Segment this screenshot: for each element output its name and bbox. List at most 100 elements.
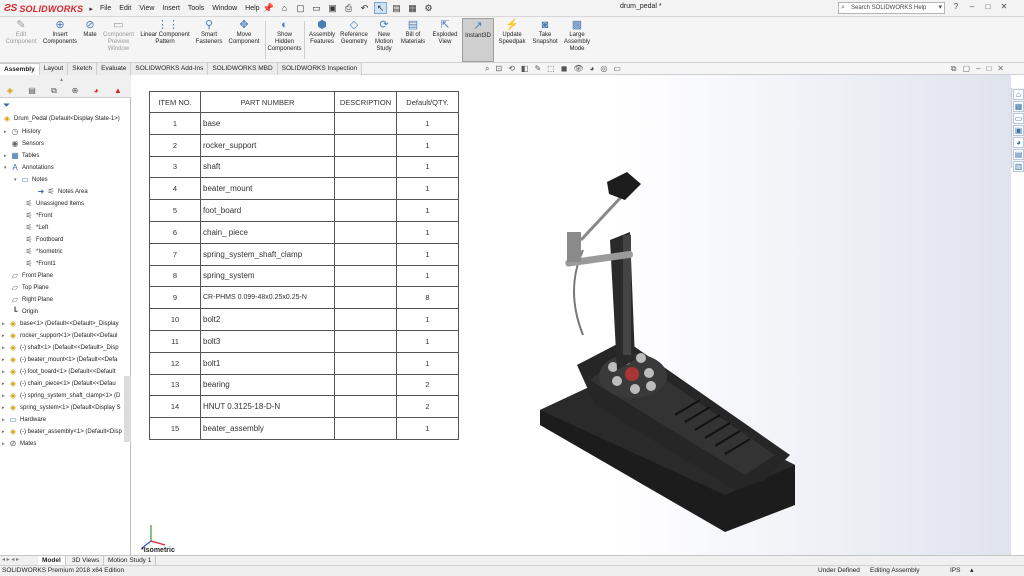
tab-mbd[interactable]: SOLIDWORKS MBD	[208, 63, 278, 75]
bom-table[interactable]: ITEM NO. PART NUMBER DESCRIPTION Default…	[149, 91, 459, 440]
doc-minimize-icon[interactable]: –	[976, 63, 980, 74]
assembly-features-button[interactable]: ⬢ Assembly Features	[306, 18, 338, 46]
table-row[interactable]: 9 CR-PHMS 0.099-48x0.25x0.25-N 8	[149, 286, 459, 310]
table-row[interactable]: 10 bolt2 1	[149, 308, 459, 331]
options-gear-icon[interactable]: ⚙	[422, 2, 435, 14]
forum-icon[interactable]: ▥	[1013, 161, 1024, 172]
tree-item-origin[interactable]: ┗ Origin	[10, 306, 38, 317]
tree-item-foot-board[interactable]: ▸ ◈ (-) foot_board<1> (Default<<Default	[2, 366, 115, 377]
file-properties-icon[interactable]: ▦	[406, 2, 419, 14]
display-style-icon[interactable]: ◼	[561, 63, 568, 74]
tree-item-spring-system[interactable]: ▸ ◈ spring_system<1> (Default<Display S	[2, 402, 121, 413]
bill-of-materials-button[interactable]: ▤ Bill of Materials	[399, 18, 427, 46]
table-row[interactable]: 13 bearing 2	[149, 373, 459, 397]
instant3d-button[interactable]: ↗ Instant3D	[462, 18, 494, 62]
new-motion-study-button[interactable]: ⟳ New Motion Study	[371, 18, 397, 53]
tree-item-beater-assembly[interactable]: ▸ ◈ (-) beater_assembly<1> (Default<Disp	[2, 426, 122, 437]
tree-item-notes-area[interactable]: ➜ ⚟ Notes Area	[36, 186, 88, 197]
help-search-input[interactable]: ⌕ Search SOLIDWORKS Help ▾	[838, 2, 945, 14]
help-question-icon[interactable]: ?	[950, 2, 962, 11]
large-assembly-mode-button[interactable]: ▩ Large Assembly Mode	[562, 18, 592, 53]
update-speedpak-button[interactable]: ⚡ Update Speedpak	[497, 18, 527, 46]
smart-fasteners-button[interactable]: ⚲ Smart Fasteners	[194, 18, 224, 46]
tab-motion-study[interactable]: Motion Study 1	[104, 556, 157, 565]
table-row[interactable]: 12 bolt1 1	[149, 351, 459, 375]
hide-show-icon[interactable]: 👁	[573, 63, 583, 74]
tree-item-isometric-view[interactable]: ⚟ *Isometric	[24, 246, 62, 257]
move-component-button[interactable]: ✥ Move Component	[227, 18, 261, 46]
menu-view[interactable]: View	[135, 3, 158, 14]
units-dropdown-icon[interactable]: ▴	[970, 566, 974, 576]
menu-help[interactable]: Help	[241, 3, 263, 14]
tab-scroll-arrows-icon[interactable]: ◂ ▸ ◂ ▸	[2, 556, 19, 565]
save-icon[interactable]: ▣	[326, 2, 339, 14]
section-view-icon[interactable]: ◧	[521, 63, 529, 74]
tree-item-front-view[interactable]: ⚟ *Front	[24, 210, 52, 221]
tab-sketch[interactable]: Sketch	[68, 63, 98, 75]
reference-geometry-button[interactable]: ◇ Reference Geometry	[339, 18, 369, 46]
table-row[interactable]: 1 base 1	[149, 112, 459, 135]
model-beater-head[interactable]	[607, 172, 641, 200]
tree-item-shaft[interactable]: ▸ ◈ (-) shaft<1> (Default<<Default>_Disp	[2, 342, 119, 353]
tree-root[interactable]: ◈ Drum_Pedal (Default<Display State-1>)	[2, 113, 120, 124]
mate-button[interactable]: ⊘ Mate	[81, 18, 99, 39]
filter-funnel-icon[interactable]: ⏷	[3, 100, 10, 111]
view-orientation-icon[interactable]: ⬚	[547, 63, 555, 74]
table-row[interactable]: 11 bolt3 1	[149, 329, 459, 353]
custom-properties-icon[interactable]: ▤	[1013, 149, 1024, 160]
drum-pedal-model[interactable]	[495, 160, 805, 540]
doc-maximize-icon[interactable]: □	[986, 63, 991, 74]
linear-component-pattern-button[interactable]: ⋮⋮ Linear Component Pattern	[139, 18, 191, 46]
model-beater-rod[interactable]	[579, 193, 625, 242]
menu-file[interactable]: File	[96, 3, 115, 14]
table-row[interactable]: 15 beater_assembly 1	[149, 417, 459, 440]
tree-item-annotations[interactable]: ▾ A Annotations	[4, 162, 54, 173]
tab-model[interactable]: Model	[38, 556, 66, 565]
design-library-icon[interactable]: ▦	[1013, 101, 1024, 112]
tree-item-top-plane[interactable]: ▱ Top Plane	[10, 282, 49, 293]
select-arrow-icon[interactable]: ↖	[374, 2, 387, 14]
close-icon[interactable]: ✕	[998, 2, 1010, 11]
tree-scrollbar[interactable]	[124, 376, 131, 442]
view-palette-icon[interactable]: ▣	[1013, 125, 1024, 136]
tab-addins[interactable]: SOLIDWORKS Add-Ins	[131, 63, 209, 75]
table-row[interactable]: 2 rocker_support 1	[149, 133, 459, 157]
table-row[interactable]: 14 HNUT 0.3125-18-D-N 2	[149, 395, 459, 419]
apply-scene-icon[interactable]: ◎	[600, 63, 607, 74]
file-explorer-icon[interactable]: ▭	[1013, 113, 1024, 124]
feature-tree-tab-icon[interactable]: ◈	[3, 86, 17, 97]
dynamic-annotation-icon[interactable]: ✎	[534, 63, 541, 74]
doc-restore-icon[interactable]: ⧉	[951, 63, 957, 74]
tab-3d-views[interactable]: 3D Views	[68, 556, 105, 565]
tree-item-base[interactable]: ▸ ◈ base<1> (Default<<Default>_Display	[2, 318, 119, 329]
tree-item-chain-piece[interactable]: ▸ ◈ (-) chain_piece<1> (Default<<Defau	[2, 378, 116, 389]
table-row[interactable]: 6 chain_ piece 1	[149, 220, 459, 244]
tab-evaluate[interactable]: Evaluate	[97, 63, 132, 75]
edit-appearance-icon[interactable]: ◕	[590, 63, 595, 74]
zoom-area-icon[interactable]: ⊡	[495, 63, 502, 74]
collapse-arrow-icon[interactable]: ▴	[60, 76, 63, 83]
tree-item-spring-shaft-clamp[interactable]: ▸ ◈ (-) spring_system_shaft_clamp<1> (D	[2, 390, 120, 401]
pin-icon[interactable]: 📌	[262, 2, 275, 14]
rebuild-icon[interactable]: ▤	[390, 2, 403, 14]
previous-view-icon[interactable]: ⟲	[508, 63, 515, 74]
dimxpert-tab-icon[interactable]: ⊕	[68, 86, 82, 97]
model-beater-mount[interactable]	[567, 232, 581, 262]
property-manager-tab-icon[interactable]: ▤	[25, 86, 39, 97]
tree-item-sensors[interactable]: ◉ Sensors	[4, 138, 45, 149]
tree-item-history[interactable]: ▸ ◷ History	[4, 126, 41, 137]
show-hidden-components-button[interactable]: ◐ Show Hidden Components	[267, 18, 302, 53]
print-icon[interactable]: ⎙	[342, 2, 355, 14]
tree-item-beater-mount[interactable]: ▸ ◈ (-) beater_mount<1> (Default<<Defa	[2, 354, 117, 365]
menu-insert[interactable]: Insert	[158, 3, 184, 14]
tree-item-tables[interactable]: ▸ ▦ Tables	[4, 150, 39, 161]
status-units[interactable]: IPS	[950, 566, 960, 576]
display-manager-tab-icon[interactable]: ◕	[89, 86, 103, 97]
menu-edit[interactable]: Edit	[115, 3, 135, 14]
tree-item-hardware[interactable]: ▸ ▭ Hardware	[2, 414, 46, 425]
cam-tab-icon[interactable]: ▲	[111, 86, 125, 97]
component-preview-window-button[interactable]: ▭ Component Preview Window	[100, 18, 137, 53]
tree-item-right-plane[interactable]: ▱ Right Plane	[10, 294, 53, 305]
doc-close-icon[interactable]: ✕	[997, 63, 1004, 74]
table-row[interactable]: 7 spring_system_shaft_clamp 1	[149, 242, 459, 266]
